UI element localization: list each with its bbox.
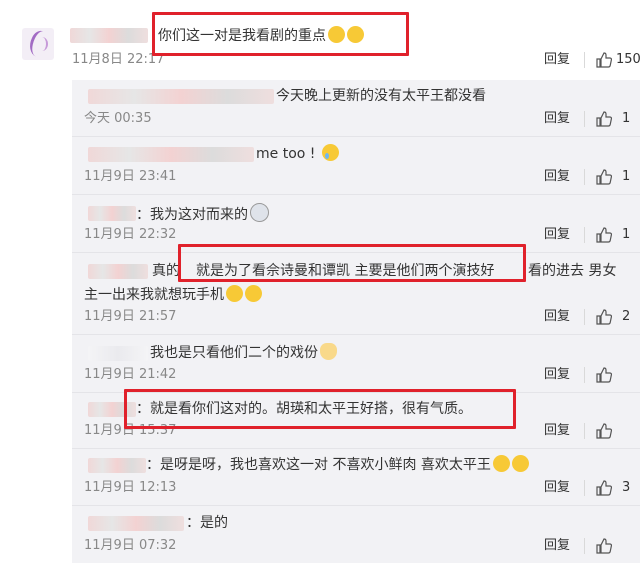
username-blurred[interactable] bbox=[88, 458, 146, 473]
like-count: 1 bbox=[622, 111, 631, 126]
reply-button[interactable]: 回复 bbox=[544, 423, 570, 439]
reply-text: 我也是只看他们二个的戏份 bbox=[150, 343, 337, 363]
reply-button[interactable]: 回复 bbox=[544, 111, 570, 127]
username-blurred[interactable] bbox=[88, 147, 254, 162]
thumbs-up-icon[interactable] bbox=[596, 52, 612, 68]
thumbs-up-icon[interactable] bbox=[596, 538, 612, 554]
like-count: 1 bbox=[622, 227, 631, 242]
timestamp: 11月9日 21:57 bbox=[84, 309, 177, 324]
divider bbox=[584, 169, 585, 185]
divider bbox=[584, 423, 585, 439]
thumbs-up-icon[interactable] bbox=[596, 111, 612, 127]
username-blurred[interactable] bbox=[70, 28, 148, 43]
crying-emoji-icon bbox=[321, 144, 339, 161]
divider bbox=[584, 480, 585, 496]
reply-text: me too ! bbox=[256, 144, 339, 164]
like-count: 3 bbox=[622, 480, 631, 495]
divider bbox=[72, 505, 640, 506]
emoji-icon bbox=[320, 343, 337, 360]
thumbs-up-icon[interactable] bbox=[596, 227, 612, 243]
highlight-box bbox=[178, 244, 526, 282]
emoji-icon bbox=[511, 455, 529, 472]
divider bbox=[72, 194, 640, 195]
thumbs-up-icon[interactable] bbox=[596, 367, 612, 383]
divider bbox=[584, 111, 585, 127]
timestamp: 11月9日 23:41 bbox=[84, 169, 177, 184]
timestamp: 11月9日 21:42 bbox=[84, 367, 177, 382]
reply-button[interactable]: 回复 bbox=[544, 480, 570, 496]
reply-button[interactable]: 回复 bbox=[544, 169, 570, 185]
divider bbox=[584, 309, 585, 325]
emoji-icon bbox=[250, 203, 269, 222]
highlight-box bbox=[124, 389, 516, 429]
reply-button[interactable]: 回复 bbox=[544, 52, 570, 68]
thumbs-up-icon[interactable] bbox=[596, 169, 612, 185]
divider bbox=[584, 52, 585, 68]
thumbs-up-icon[interactable] bbox=[596, 423, 612, 439]
emoji-icon bbox=[492, 455, 510, 472]
divider bbox=[72, 136, 640, 137]
divider bbox=[584, 538, 585, 554]
reply-text-prefix: 真的 bbox=[152, 263, 180, 279]
emoji-icon bbox=[245, 285, 262, 302]
reply-text: ：是呀是呀，我也喜欢这一对 不喜欢小鲜肉 喜欢太平王 bbox=[146, 455, 529, 475]
reply-text-suffix: 看的进去 男女 bbox=[528, 263, 617, 279]
username-blurred[interactable] bbox=[88, 206, 136, 221]
divider bbox=[584, 367, 585, 383]
divider bbox=[72, 448, 640, 449]
like-count: 2 bbox=[622, 309, 631, 324]
reply-button[interactable]: 回复 bbox=[544, 538, 570, 554]
reply-text: 今天晚上更新的没有太平王都没看 bbox=[276, 88, 486, 104]
reply-button[interactable]: 回复 bbox=[544, 227, 570, 243]
like-count: 1 bbox=[622, 169, 631, 184]
thumbs-up-icon[interactable] bbox=[596, 309, 612, 325]
divider bbox=[72, 334, 640, 335]
username-blurred[interactable] bbox=[88, 264, 148, 279]
highlight-box bbox=[152, 12, 409, 56]
divider bbox=[584, 227, 585, 243]
timestamp: 11月9日 07:32 bbox=[84, 538, 177, 553]
reply-button[interactable]: 回复 bbox=[544, 309, 570, 325]
avatar[interactable] bbox=[22, 28, 54, 60]
reply-text: ：我为这对而来的 bbox=[136, 203, 269, 225]
timestamp: 11月8日 22:17 bbox=[72, 52, 165, 67]
username-blurred[interactable] bbox=[88, 516, 184, 531]
reply-text: ：是的 bbox=[186, 515, 228, 531]
username-blurred[interactable] bbox=[88, 346, 148, 361]
timestamp: 11月9日 22:32 bbox=[84, 227, 177, 242]
timestamp: 今天 00:35 bbox=[84, 111, 152, 126]
like-count: 150 bbox=[616, 52, 640, 67]
thumbs-up-icon[interactable] bbox=[596, 480, 612, 496]
username-blurred[interactable] bbox=[88, 89, 274, 104]
timestamp: 11月9日 12:13 bbox=[84, 480, 177, 495]
emoji-icon bbox=[226, 285, 243, 302]
reply-button[interactable]: 回复 bbox=[544, 367, 570, 383]
reply-text-line2: 主一出来我就想玩手机 bbox=[84, 285, 262, 305]
